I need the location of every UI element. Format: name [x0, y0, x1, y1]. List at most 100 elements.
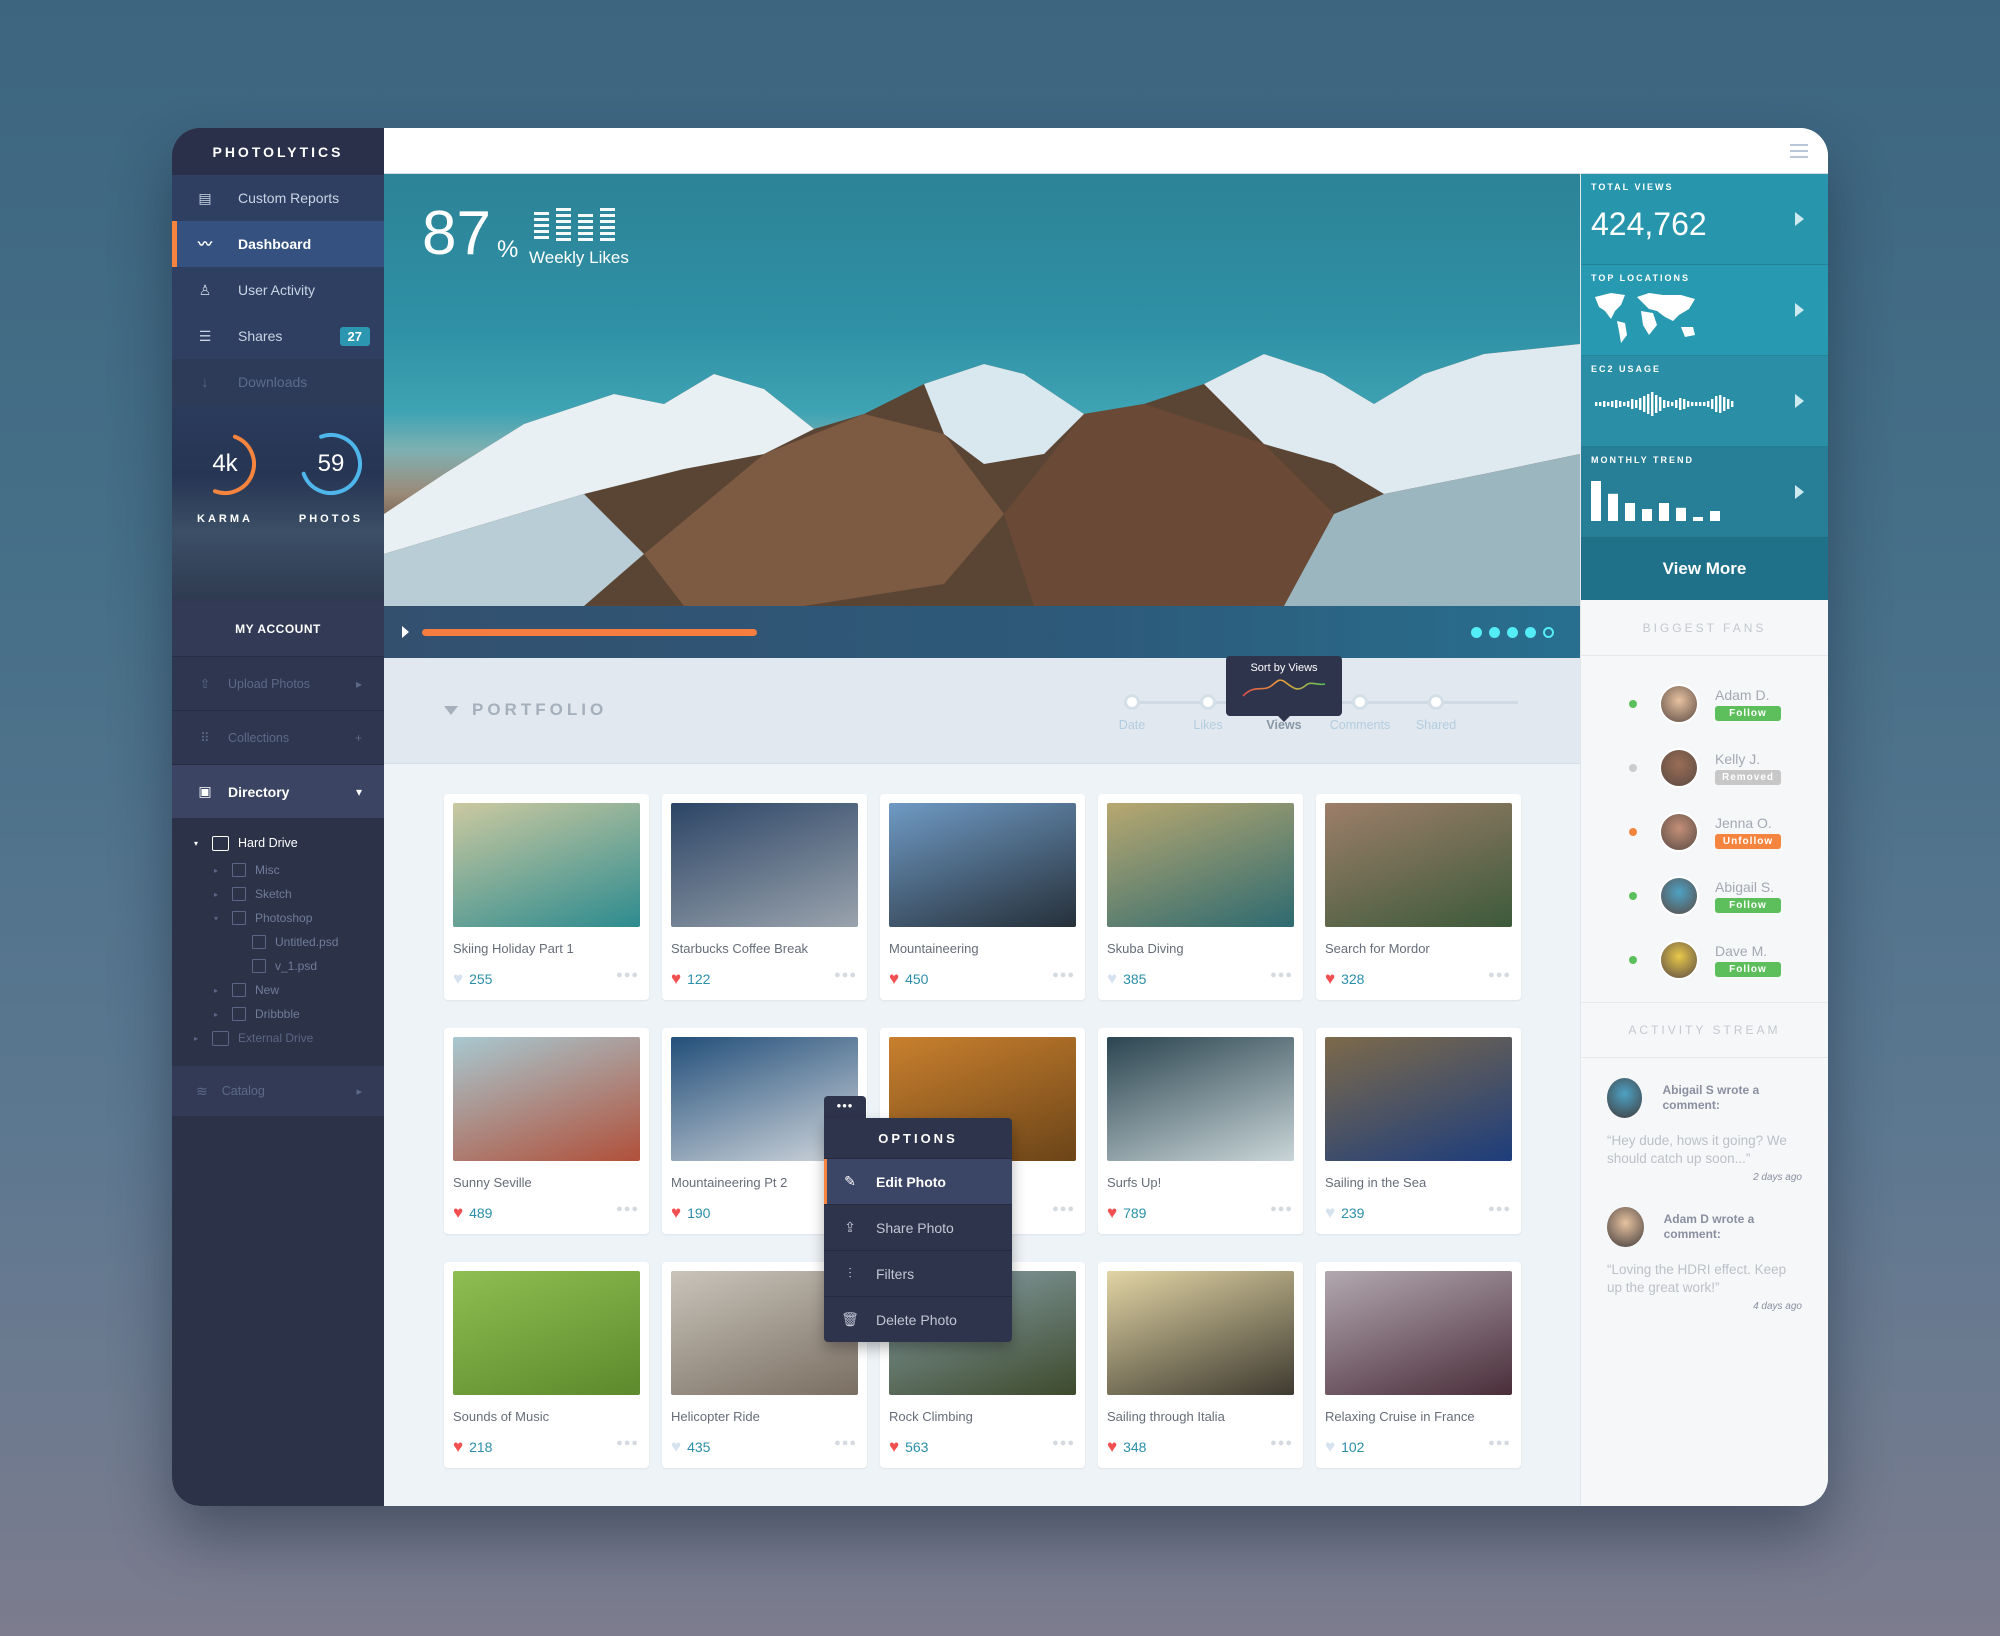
- tile-total-views[interactable]: TOTAL VIEWS 424,762: [1581, 174, 1828, 265]
- sidebar-item-collections[interactable]: ⠿ Collections +: [172, 710, 384, 764]
- heart-icon[interactable]: ♥: [1325, 1438, 1335, 1455]
- tile-monthly-trend[interactable]: MONTHLY TREND: [1581, 447, 1828, 538]
- heart-icon[interactable]: ♥: [889, 1438, 899, 1455]
- caret-right-icon[interactable]: ▸: [214, 866, 224, 875]
- caret-down-icon[interactable]: ▾: [214, 914, 224, 923]
- photo-thumbnail[interactable]: [1325, 803, 1512, 927]
- heart-icon[interactable]: ♥: [1107, 970, 1117, 987]
- tree-node-file[interactable]: v_1.psd: [194, 954, 384, 978]
- sort-label[interactable]: Shared: [1416, 718, 1456, 732]
- caret-right-icon[interactable]: ▸: [214, 890, 224, 899]
- more-options-icon[interactable]: ●●●: [1052, 1203, 1075, 1215]
- caret-right-icon[interactable]: ▸: [194, 1034, 204, 1043]
- caret-right-icon[interactable]: ▸: [214, 1010, 224, 1019]
- sidebar-item-shares[interactable]: ☰ Shares 27: [172, 313, 384, 359]
- avatar[interactable]: [1659, 748, 1699, 788]
- more-options-icon[interactable]: ●●●: [1052, 1437, 1075, 1449]
- heart-icon[interactable]: ♥: [671, 970, 681, 987]
- arrow-right-icon[interactable]: [1795, 303, 1804, 317]
- more-options-icon[interactable]: ●●●: [1270, 1437, 1293, 1449]
- tree-node-file[interactable]: Untitled.psd: [194, 930, 384, 954]
- heart-icon[interactable]: ♥: [671, 1204, 681, 1221]
- progress-bar[interactable]: [422, 628, 757, 636]
- arrow-right-icon[interactable]: [1795, 212, 1804, 226]
- sidebar-item-user-activity[interactable]: ♙ User Activity: [172, 267, 384, 313]
- heart-icon[interactable]: ♥: [1107, 1438, 1117, 1455]
- sidebar-item-catalog[interactable]: ≋ Catalog ▸: [172, 1066, 384, 1116]
- photo-thumbnail[interactable]: [1325, 1037, 1512, 1161]
- heart-icon[interactable]: ♥: [1107, 1204, 1117, 1221]
- photo-card[interactable]: Sailing through Italia ♥ 348 ●●●: [1098, 1262, 1303, 1468]
- menu-item-share-photo[interactable]: ⇪ Share Photo: [824, 1204, 1012, 1250]
- photo-thumbnail[interactable]: [1107, 1037, 1294, 1161]
- tree-node-folder[interactable]: ▸ Sketch: [194, 882, 384, 906]
- avatar[interactable]: [1659, 876, 1699, 916]
- heart-icon[interactable]: ♥: [1325, 970, 1335, 987]
- carousel-dot[interactable]: [1471, 626, 1482, 638]
- avatar[interactable]: [1659, 940, 1699, 980]
- tree-node-folder[interactable]: ▸ Misc: [194, 858, 384, 882]
- more-options-icon[interactable]: ●●●: [834, 969, 857, 981]
- avatar[interactable]: [1607, 1078, 1643, 1118]
- heart-icon[interactable]: ♥: [453, 1204, 463, 1221]
- fan-action-button[interactable]: Follow: [1715, 962, 1781, 977]
- photo-card[interactable]: Search for Mordor ♥ 328 ●●●: [1316, 794, 1521, 1000]
- hamburger-menu-icon[interactable]: [1790, 144, 1808, 162]
- sort-option-date[interactable]: [1124, 694, 1140, 710]
- view-more-button[interactable]: View More: [1581, 538, 1828, 600]
- heart-icon[interactable]: ♥: [453, 970, 463, 987]
- sort-label[interactable]: Comments: [1330, 718, 1390, 732]
- sidebar-item-custom-reports[interactable]: ▤ Custom Reports: [172, 175, 384, 221]
- menu-item-edit-photo[interactable]: ✎ Edit Photo: [824, 1158, 1012, 1204]
- heart-icon[interactable]: ♥: [889, 970, 899, 987]
- sidebar-item-downloads[interactable]: ↓ Downloads: [172, 359, 384, 405]
- photo-card[interactable]: Mountaineering ♥ 450 ●●●: [880, 794, 1085, 1000]
- photo-thumbnail[interactable]: [1325, 1271, 1512, 1395]
- photo-card[interactable]: Starbucks Coffee Break ♥ 122 ●●●: [662, 794, 867, 1000]
- carousel-dot[interactable]: [1543, 626, 1554, 638]
- tree-node-drive[interactable]: ▸ External Drive: [194, 1026, 384, 1050]
- tree-node-folder[interactable]: ▾ Photoshop: [194, 906, 384, 930]
- more-options-icon[interactable]: ●●●: [616, 969, 639, 981]
- photo-thumbnail[interactable]: [453, 1037, 640, 1161]
- photo-card[interactable]: Sailing in the Sea ♥ 239 ●●●: [1316, 1028, 1521, 1234]
- photo-card[interactable]: Skiing Holiday Part 1 ♥ 255 ●●●: [444, 794, 649, 1000]
- sort-option-shared[interactable]: [1428, 694, 1444, 710]
- carousel-dot[interactable]: [1489, 626, 1500, 638]
- more-options-icon[interactable]: ●●●: [1270, 1203, 1293, 1215]
- tile-top-locations[interactable]: TOP LOCATIONS: [1581, 265, 1828, 356]
- photo-card[interactable]: Surfs Up! ♥ 789 ●●●: [1098, 1028, 1303, 1234]
- photo-thumbnail[interactable]: [1107, 803, 1294, 927]
- tile-ec2-usage[interactable]: EC2 USAGE: [1581, 356, 1828, 447]
- carousel-dot[interactable]: [1525, 626, 1536, 638]
- sidebar-item-directory[interactable]: ▣ Directory ▾: [172, 764, 384, 818]
- carousel-dot[interactable]: [1507, 626, 1518, 638]
- photo-card[interactable]: Sunny Seville ♥ 489 ●●●: [444, 1028, 649, 1234]
- photo-thumbnail[interactable]: [453, 803, 640, 927]
- more-options-icon[interactable]: ●●●: [1488, 1437, 1511, 1449]
- more-options-icon[interactable]: ●●●: [1052, 969, 1075, 981]
- tree-node-folder[interactable]: ▸ Dribbble: [194, 1002, 384, 1026]
- avatar[interactable]: [1659, 812, 1699, 852]
- fan-action-button[interactable]: Unfollow: [1715, 834, 1781, 849]
- sort-label[interactable]: Date: [1119, 718, 1145, 732]
- photo-thumbnail[interactable]: [1107, 1271, 1294, 1395]
- menu-item-delete-photo[interactable]: 🗑 Delete Photo: [824, 1296, 1012, 1342]
- heart-icon[interactable]: ♥: [1325, 1204, 1335, 1221]
- fan-action-button[interactable]: Follow: [1715, 706, 1781, 721]
- more-options-icon[interactable]: ●●●: [616, 1437, 639, 1449]
- more-options-icon[interactable]: ●●●: [1488, 969, 1511, 981]
- caret-right-icon[interactable]: ▸: [214, 986, 224, 995]
- more-options-icon[interactable]: ●●●: [616, 1203, 639, 1215]
- sidebar-item-upload-photos[interactable]: ⇧ Upload Photos ▸: [172, 656, 384, 710]
- photo-card[interactable]: Sounds of Music ♥ 218 ●●●: [444, 1262, 649, 1468]
- avatar[interactable]: [1659, 684, 1699, 724]
- sidebar-item-dashboard[interactable]: 〰 Dashboard: [172, 221, 384, 267]
- sort-option-likes[interactable]: [1200, 694, 1216, 710]
- fan-action-button[interactable]: Follow: [1715, 898, 1781, 913]
- fan-action-button[interactable]: Removed: [1715, 770, 1781, 785]
- tree-node-drive[interactable]: ▾ Hard Drive: [194, 828, 384, 858]
- more-options-icon[interactable]: ●●●: [1270, 969, 1293, 981]
- arrow-right-icon[interactable]: [1795, 394, 1804, 408]
- avatar[interactable]: [1607, 1207, 1644, 1247]
